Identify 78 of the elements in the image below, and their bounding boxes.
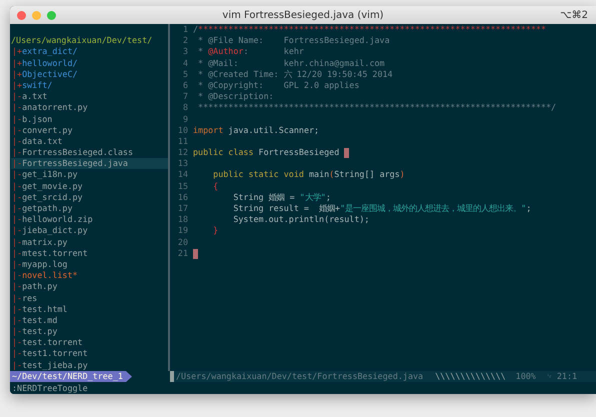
line-number: 19: [176, 225, 189, 237]
code-line: * @Created Time: 六 12/20 19:50:45 2014: [197, 68, 393, 80]
line-number: 21: [176, 248, 189, 259]
tree-item[interactable]: |+ObjectiveC/: [11, 68, 168, 80]
line-number: 14: [176, 169, 189, 181]
tree-item[interactable]: |-data.txt: [11, 136, 168, 148]
tree-item[interactable]: |-test.md: [11, 314, 168, 326]
code-line: **********************************************************************/: [197, 102, 556, 114]
tree-item[interactable]: |-get_i18n.py: [11, 169, 168, 181]
tree-item[interactable]: |+helloworld/: [11, 58, 168, 69]
tree-item[interactable]: |-res: [11, 292, 168, 304]
tree-item[interactable]: |-matrix.py: [11, 236, 168, 248]
tree-item[interactable]: |+extra_dict/: [11, 46, 168, 58]
tree-item[interactable]: |-a.txt: [11, 91, 168, 102]
window-title: vim FortressBesieged.java (vim): [222, 10, 384, 20]
tree-item[interactable]: |-myapp.log: [11, 258, 168, 270]
line-number: 8: [182, 102, 189, 114]
tree-item[interactable]: |-test.py: [11, 326, 168, 338]
tree-item[interactable]: |-jieba_dict.py: [11, 225, 168, 237]
line-number: 9: [182, 114, 189, 125]
line-number: 11: [176, 136, 189, 148]
line-number: 10: [176, 124, 189, 136]
tree-item[interactable]: |-FortressBesieged.java: [11, 158, 168, 170]
line-number: 16: [176, 192, 189, 203]
tree-item[interactable]: |-FortressBesieged.class: [11, 147, 168, 158]
code-line: * @Mail: kehr.china@gmail.com: [197, 58, 385, 69]
tree-item[interactable]: |-path.py: [11, 281, 168, 292]
line-number: 6: [182, 80, 189, 92]
tree-item[interactable]: |-b.json: [11, 114, 168, 125]
code-line: import java.util.Scanner;: [193, 124, 320, 136]
line-number: 12: [176, 147, 189, 158]
tree-item[interactable]: |-convert.py: [11, 124, 168, 136]
close-button[interactable]: [17, 10, 26, 20]
tree-item[interactable]: |-mtest.torrent: [11, 248, 168, 259]
tree-item[interactable]: |-getpath.py: [11, 203, 168, 214]
tree-item[interactable]: |-get_movie.py: [11, 180, 168, 192]
code-line: String 婚姻 = "大学";: [232, 192, 331, 203]
file-path: /Users/wangkaixuan/Dev/test/FortressBesieged.java: [175, 370, 424, 382]
tree-item[interactable]: |-get_srcid.py: [11, 192, 168, 203]
code-line: System.out.println(result);: [232, 214, 370, 226]
tree-root: /Users/wangkaixuan/Dev/test/: [11, 35, 154, 46]
code-line: * @Description:: [197, 91, 274, 102]
line-number: 4: [182, 58, 189, 69]
status-fill: \\\\\\\\\\\\\\: [435, 370, 506, 382]
tree-item[interactable]: |-helloworld.zip: [11, 214, 168, 226]
zoom-button[interactable]: [47, 10, 56, 20]
line-number: 1: [182, 24, 189, 36]
shortcut-label: ⌥⌘2: [560, 10, 589, 20]
line-number: 5: [182, 68, 189, 80]
tree-item[interactable]: |-test.html: [11, 304, 168, 315]
tree-item[interactable]: |-test.torrent: [11, 337, 168, 348]
code-line: }: [212, 225, 218, 237]
code-line: /*********************************************************************: [193, 24, 546, 36]
code-line: String result = 婚姻+"是一座围城，城外的人想进去，城里的人想出来。";: [232, 203, 532, 214]
line-number: 18: [176, 214, 189, 226]
code-line: * @Copyright: GPL 2.0 applies: [197, 80, 360, 92]
code-line: * @Author: kehr: [197, 46, 304, 58]
cursor-position: ␊ 21:1: [546, 370, 578, 382]
minimize-button[interactable]: [32, 10, 41, 20]
mode-indicator: [170, 370, 174, 382]
scroll-percent: 100%: [516, 370, 536, 382]
code-line: public class FortressBesieged: [193, 147, 340, 158]
tree-item[interactable]: |-anatorrent.py: [11, 102, 168, 114]
line-number: 7: [182, 91, 189, 102]
tree-item[interactable]: |-test1.torrent: [11, 348, 168, 360]
tree-item[interactable]: |-novel.list*: [11, 270, 168, 282]
powerline-arrow-icon: [126, 370, 132, 382]
line-number: 17: [176, 203, 189, 214]
line-number: 15: [176, 180, 189, 192]
line-number: 2: [182, 35, 189, 46]
code-line: public static void main(String[] args): [212, 169, 405, 181]
line-number: 13: [176, 158, 189, 170]
line-number: 3: [182, 46, 189, 58]
tree-item[interactable]: |-test_jieba.py: [11, 360, 168, 371]
code-line: {: [212, 180, 218, 192]
line-number: 20: [176, 236, 189, 248]
tree-item[interactable]: |+swift/: [11, 80, 168, 92]
code-line: * @File Name: FortressBesieged.java: [197, 35, 390, 46]
